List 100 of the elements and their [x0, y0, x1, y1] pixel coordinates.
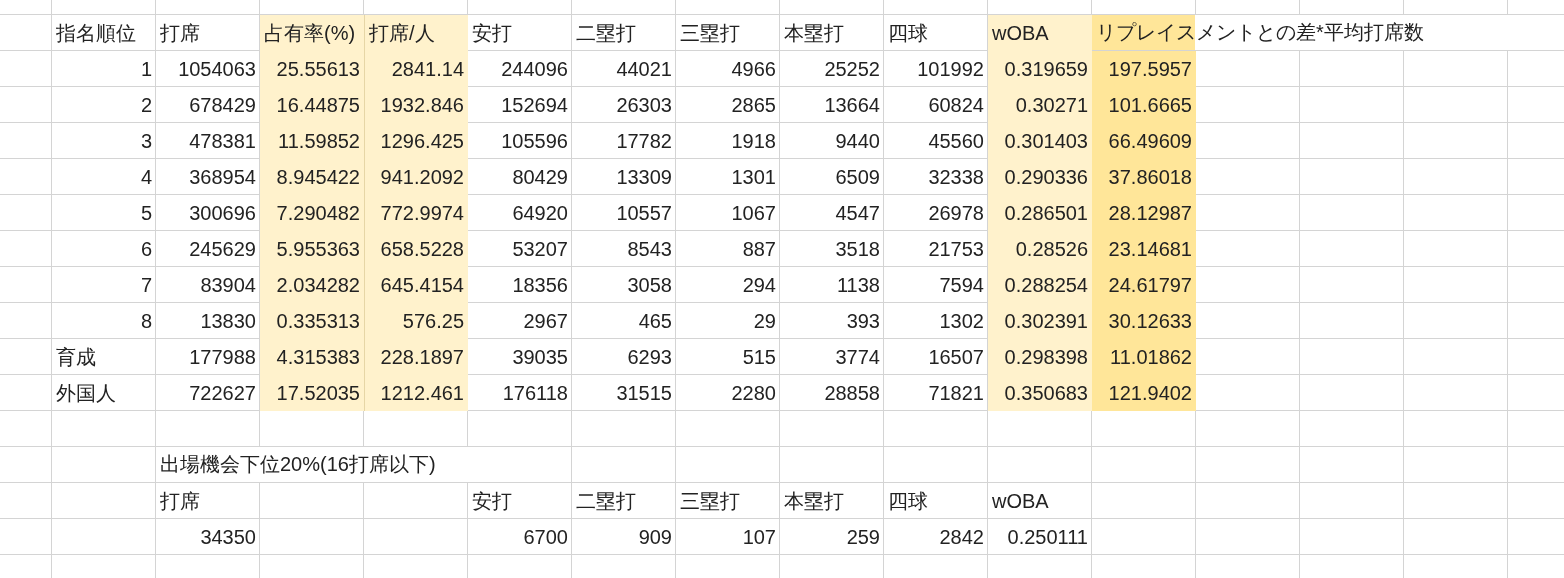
table-cell: 2841.14 — [364, 51, 468, 87]
table-cell-text: 13664 — [823, 92, 881, 118]
table-cell-text: 3058 — [626, 272, 673, 298]
table-cell-text: 32338 — [927, 164, 985, 190]
table-cell: 1296.425 — [364, 123, 468, 159]
table-cell: 11.01862 — [1092, 339, 1196, 375]
table-cell: 8.945422 — [260, 159, 364, 195]
row-label: 6 — [139, 236, 153, 262]
row-label: 1 — [139, 56, 153, 82]
table-cell: 1212.461 — [364, 375, 468, 411]
table-cell-text: 368954 — [188, 164, 257, 190]
table-cell-text: 39035 — [511, 344, 569, 370]
table-cell: 0.30271 — [988, 87, 1092, 123]
table-cell: 23.14681 — [1092, 231, 1196, 267]
table-cell-text: 101992 — [916, 56, 985, 82]
table-cell-text: 478381 — [188, 128, 257, 154]
row-label: 育成 — [55, 344, 97, 370]
table-cell-text: 176118 — [501, 380, 569, 406]
column-header: 占有率(%) — [260, 15, 364, 51]
table-cell: 30.12633 — [1092, 303, 1196, 339]
column-header: 四球 — [887, 20, 929, 46]
table-cell: 7.290482 — [260, 195, 364, 231]
table-cell: 5.955363 — [260, 231, 364, 267]
table-cell-text: 45560 — [927, 128, 985, 154]
table-cell-text: 177988 — [188, 344, 257, 370]
table-cell: 101.6665 — [1092, 87, 1196, 123]
column-header: 打席 — [159, 488, 201, 514]
table-cell-text: 13309 — [615, 164, 673, 190]
table-cell: 576.25 — [364, 303, 468, 339]
table-cell-text: 71821 — [927, 380, 985, 406]
table-cell-text: 678429 — [188, 92, 257, 118]
table-cell-text: 80429 — [511, 164, 569, 190]
column-header: 安打 — [471, 488, 513, 514]
table-cell: 658.5228 — [364, 231, 468, 267]
table-cell: 0.286501 — [988, 195, 1092, 231]
table-cell-text: 4966 — [730, 56, 777, 82]
table-cell: 4.315383 — [260, 339, 364, 375]
table-cell: 28.12987 — [1092, 195, 1196, 231]
table-cell-text: 64920 — [511, 200, 569, 226]
table-cell-text: 13830 — [199, 308, 257, 334]
column-header: wOBA — [988, 15, 1092, 51]
column-header: 二塁打 — [575, 20, 637, 46]
table-cell-text: 2865 — [730, 92, 777, 118]
table-cell: 66.49609 — [1092, 123, 1196, 159]
row-label: 7 — [139, 272, 153, 298]
table-cell: 25.55613 — [260, 51, 364, 87]
table-cell-text: 152694 — [500, 92, 569, 118]
table-cell-text: 8543 — [626, 236, 673, 262]
table-cell-text: 26303 — [615, 92, 673, 118]
table-cell: 16.44875 — [260, 87, 364, 123]
table-cell-text: 16507 — [927, 344, 985, 370]
table-cell: 1932.846 — [364, 87, 468, 123]
table-cell-text: 0.250111 — [1006, 524, 1089, 550]
table-cell-text: 1138 — [836, 272, 881, 298]
table-cell-text: 465 — [637, 308, 673, 334]
table-cell-text: 393 — [845, 308, 881, 334]
table-cell-text: 6700 — [522, 524, 569, 550]
table-cell-text: 17782 — [615, 128, 673, 154]
table-cell-text: 53207 — [511, 236, 569, 262]
table-cell: 0.290336 — [988, 159, 1092, 195]
table-cell-text: 909 — [637, 524, 673, 550]
table-cell: 941.2092 — [364, 159, 468, 195]
row-label: 5 — [139, 200, 153, 226]
table-cell-text: 1054063 — [177, 56, 257, 82]
table-cell-text: 3774 — [834, 344, 881, 370]
table-cell: 0.350683 — [988, 375, 1092, 411]
column-header: 指名順位 — [55, 20, 137, 46]
column-header: 三塁打 — [679, 488, 741, 514]
table-cell-text: 2842 — [938, 524, 985, 550]
table-cell-text: 107 — [741, 524, 777, 550]
table-cell-text: 7594 — [938, 272, 985, 298]
table-cell-text: 31515 — [615, 380, 673, 406]
table-cell-text: 722627 — [188, 380, 257, 406]
table-cell-text: 44021 — [615, 56, 673, 82]
table-cell-text: 515 — [741, 344, 777, 370]
table-cell: 645.4154 — [364, 267, 468, 303]
table-cell: 197.5957 — [1092, 51, 1196, 87]
table-cell-text: 259 — [845, 524, 881, 550]
column-header: wOBA — [991, 488, 1050, 514]
row-label: 2 — [139, 92, 153, 118]
table-cell-text: 6293 — [626, 344, 673, 370]
table-cell-text: 21753 — [927, 236, 985, 262]
table-cell: 228.1897 — [364, 339, 468, 375]
table-cell: 2.034282 — [260, 267, 364, 303]
column-header: 三塁打 — [679, 20, 741, 46]
table-cell: 772.9974 — [364, 195, 468, 231]
table-cell-text: 3518 — [834, 236, 881, 262]
table-cell-text: 294 — [741, 272, 777, 298]
row-label: 4 — [139, 164, 153, 190]
table-cell-text: 244096 — [500, 56, 569, 82]
table-cell: 0.28526 — [988, 231, 1092, 267]
table-cell-text: 83904 — [199, 272, 257, 298]
table-cell-text: 887 — [741, 236, 777, 262]
table-cell: 0.288254 — [988, 267, 1092, 303]
row-label: 3 — [139, 128, 153, 154]
table-cell-text: 1067 — [730, 200, 777, 226]
column-header: 本塁打 — [783, 20, 845, 46]
column-header: 四球 — [887, 488, 929, 514]
table-cell-text: 60824 — [927, 92, 985, 118]
row-label: 外国人 — [55, 380, 117, 406]
